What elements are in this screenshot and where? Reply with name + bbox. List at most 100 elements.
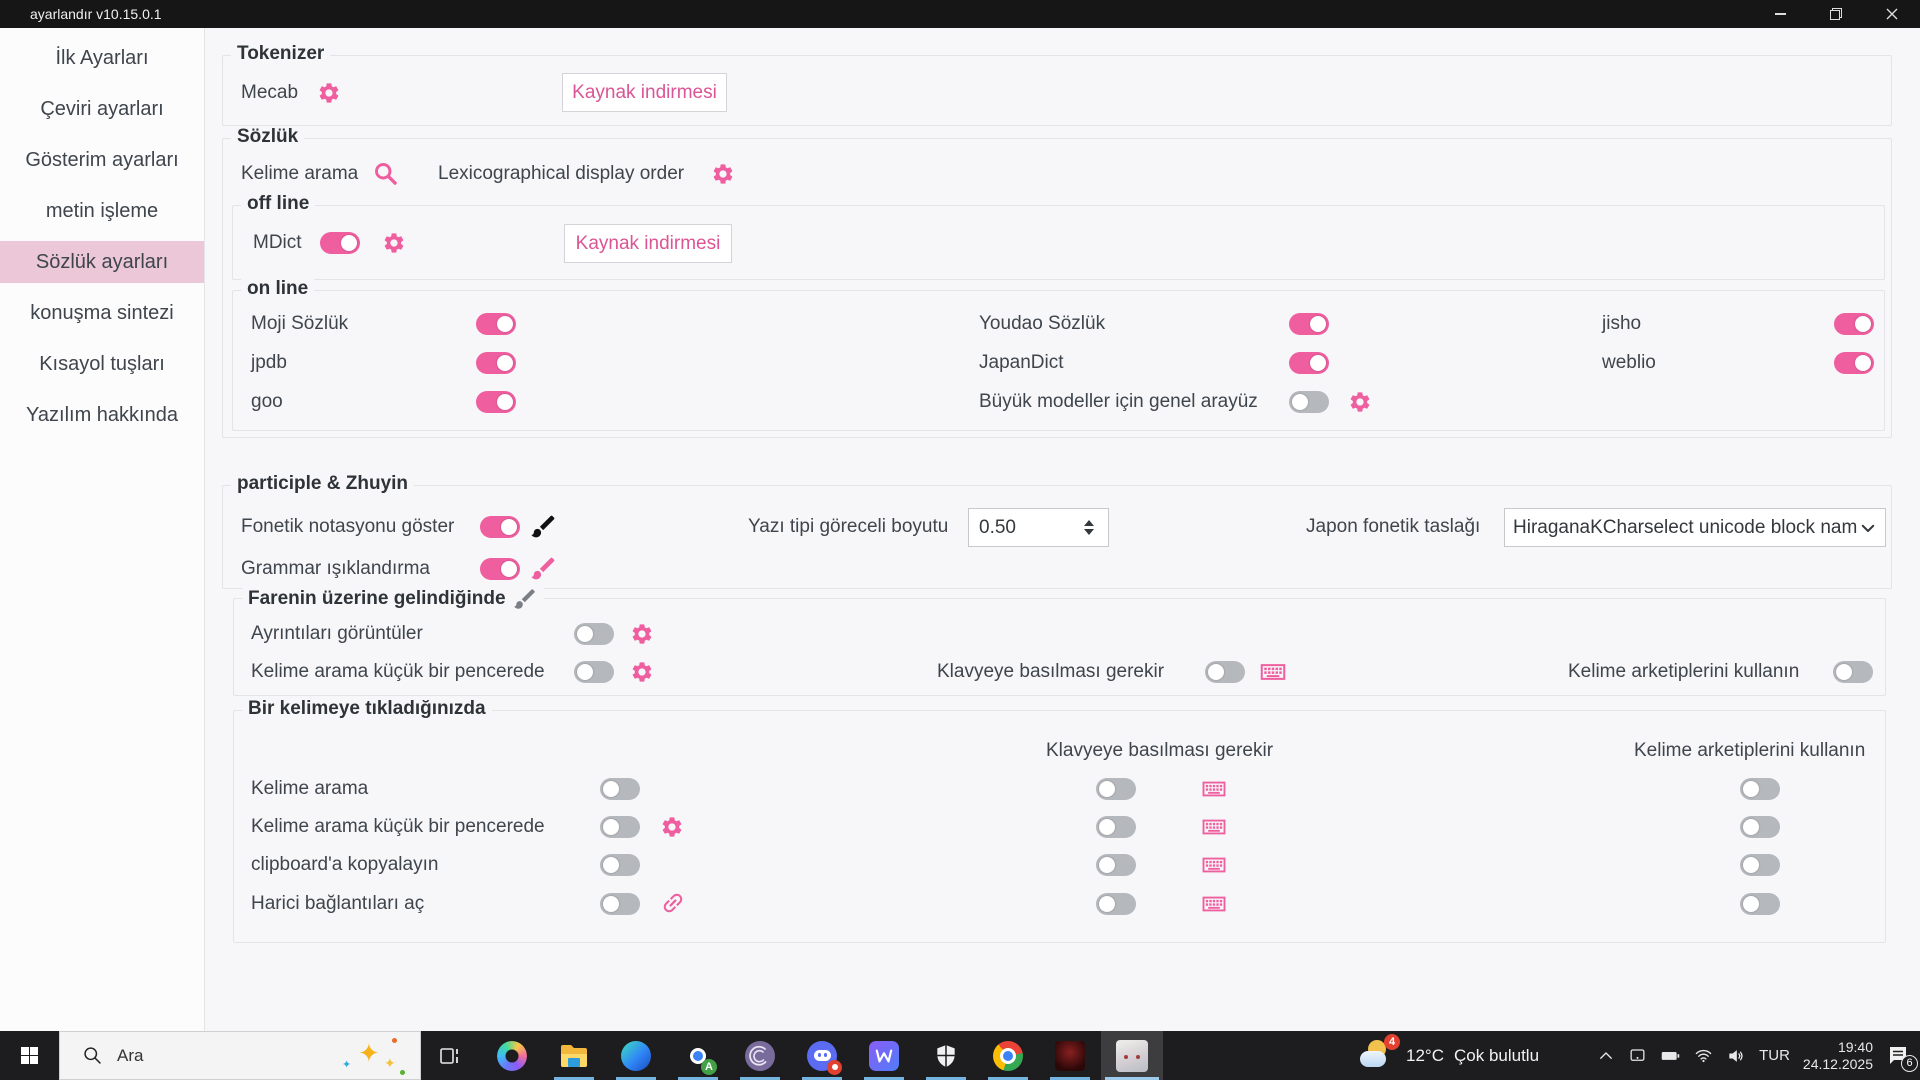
keyboard-icon bbox=[1199, 890, 1229, 918]
click-external-links-keyboard-toggle[interactable] bbox=[1096, 893, 1136, 915]
show-details-gear-icon[interactable] bbox=[630, 622, 654, 646]
weblio-toggle[interactable] bbox=[1834, 352, 1874, 374]
mdict-gear-icon[interactable] bbox=[382, 231, 406, 255]
taskbar-weather[interactable]: 4 12°C Çok bulutlu bbox=[1360, 1031, 1539, 1080]
click-external-links-toggle[interactable] bbox=[600, 893, 640, 915]
sidebar-item-yazilim-hakkinda[interactable]: Yazılım hakkında bbox=[0, 394, 204, 436]
copilot-app[interactable] bbox=[481, 1031, 543, 1080]
jisho-toggle[interactable] bbox=[1834, 313, 1874, 335]
close-button[interactable] bbox=[1864, 0, 1920, 28]
external-link-icon[interactable] bbox=[660, 890, 686, 916]
sidebar-item-metin-isleme[interactable]: metin işleme bbox=[0, 190, 204, 232]
click-word-search-archetype-toggle[interactable] bbox=[1740, 778, 1780, 800]
moji-sozluk-toggle[interactable] bbox=[476, 313, 516, 335]
spinner-arrows-icon[interactable] bbox=[1084, 520, 1094, 535]
click-small-window-toggle[interactable] bbox=[600, 816, 640, 838]
hover-archetype-toggle[interactable] bbox=[1833, 661, 1873, 683]
display-order-gear-icon[interactable] bbox=[711, 162, 735, 186]
click-external-links-archetype-toggle[interactable] bbox=[1740, 893, 1780, 915]
kana-draft-select[interactable]: HiraganaKCharselect unicode block name bbox=[1504, 508, 1886, 547]
game-app[interactable] bbox=[1039, 1031, 1101, 1080]
mdict-toggle[interactable] bbox=[320, 232, 360, 254]
chrome-app[interactable] bbox=[977, 1031, 1039, 1080]
sidebar-item-konusma-sintezi[interactable]: konuşma sintezi bbox=[0, 292, 204, 334]
hover-keyboard-label: Klavyeye basılması gerekir bbox=[937, 661, 1165, 682]
click-small-window-keyboard-toggle[interactable] bbox=[1096, 816, 1136, 838]
tray-cast-icon[interactable] bbox=[1628, 1046, 1647, 1065]
click-group-title: Bir kelimeye tıkladığınızda bbox=[242, 698, 492, 720]
font-size-spinner[interactable]: 0.50 bbox=[968, 508, 1109, 547]
click-word-search-toggle[interactable] bbox=[600, 778, 640, 800]
japandict-toggle[interactable] bbox=[1289, 352, 1329, 374]
click-external-links-label: Harici bağlantıları aç bbox=[251, 893, 425, 914]
grammar-highlight-toggle[interactable] bbox=[480, 558, 520, 580]
offline-group: off line MDict Kaynak indirmesi bbox=[232, 193, 1885, 280]
hover-group-title-text: Farenin üzerine gelindiğinde bbox=[248, 588, 506, 609]
restore-button[interactable] bbox=[1808, 0, 1864, 28]
grammar-brush-icon[interactable] bbox=[529, 554, 558, 583]
tray-battery-icon[interactable] bbox=[1660, 1045, 1681, 1066]
anime-reader-app[interactable] bbox=[1101, 1031, 1163, 1080]
tray-chevron-up-icon[interactable] bbox=[1597, 1047, 1615, 1065]
word-search-icon[interactable] bbox=[372, 160, 399, 187]
llm-interface-toggle[interactable] bbox=[1289, 391, 1329, 413]
phonetic-brush-icon[interactable] bbox=[529, 512, 558, 541]
search-small-window-toggle[interactable] bbox=[574, 661, 614, 683]
discord-notification-badge bbox=[827, 1059, 842, 1075]
click-clipboard-toggle[interactable] bbox=[600, 854, 640, 876]
file-explorer-app[interactable] bbox=[543, 1031, 605, 1080]
search-small-window-gear-icon[interactable] bbox=[630, 660, 654, 684]
hover-brush-icon[interactable] bbox=[512, 586, 538, 612]
tokenizer-gear-icon[interactable] bbox=[317, 81, 341, 105]
taskbar-clock[interactable]: 19:40 24.12.2025 bbox=[1803, 1039, 1873, 1073]
phonetic-notation-toggle[interactable] bbox=[480, 516, 520, 538]
tokenizer-download-button[interactable]: Kaynak indirmesi bbox=[562, 73, 727, 112]
click-small-window-gear-icon[interactable] bbox=[660, 815, 684, 839]
show-details-toggle[interactable] bbox=[574, 623, 614, 645]
llm-interface-gear-icon[interactable] bbox=[1348, 390, 1372, 414]
wattpad-app[interactable] bbox=[853, 1031, 915, 1080]
chrome-icon bbox=[993, 1040, 1023, 1071]
bittorrent-app[interactable] bbox=[729, 1031, 791, 1080]
chrome-profile-app[interactable]: A bbox=[667, 1031, 729, 1080]
jpdb-toggle[interactable] bbox=[476, 352, 516, 374]
sidebar-item-ilk-ayarlari[interactable]: İlk Ayarları bbox=[0, 37, 204, 79]
minimize-button[interactable] bbox=[1752, 0, 1808, 28]
tray-wifi-icon[interactable] bbox=[1694, 1046, 1713, 1065]
goo-toggle[interactable] bbox=[476, 391, 516, 413]
hover-keyboard-toggle[interactable] bbox=[1205, 661, 1245, 683]
click-small-window-archetype-toggle[interactable] bbox=[1740, 816, 1780, 838]
sidebar-item-kisayol-tuslari[interactable]: Kısayol tuşları bbox=[0, 343, 204, 385]
discord-app[interactable] bbox=[791, 1031, 853, 1080]
copilot-icon bbox=[497, 1040, 527, 1071]
start-button[interactable] bbox=[0, 1031, 59, 1080]
task-view-button[interactable] bbox=[419, 1031, 481, 1080]
sidebar-item-sozluk-ayarlari[interactable]: Sözlük ayarları bbox=[0, 241, 204, 283]
sidebar-item-ceviri-ayarlari[interactable]: Çeviri ayarları bbox=[0, 88, 204, 130]
restore-icon bbox=[1830, 8, 1842, 20]
keyboard-icon bbox=[1199, 813, 1229, 841]
taskbar-search[interactable]: ✦✦✦ bbox=[59, 1031, 421, 1080]
settings-sidebar: İlk Ayarları Çeviri ayarları Gösterim ay… bbox=[0, 28, 205, 1031]
clock-date: 24.12.2025 bbox=[1802, 1055, 1873, 1072]
search-input[interactable] bbox=[115, 1044, 279, 1067]
search-icon bbox=[82, 1045, 103, 1066]
sidebar-item-gosterim-ayarlari[interactable]: Gösterim ayarları bbox=[0, 139, 204, 181]
tokenizer-group: Tokenizer Mecab Kaynak indirmesi bbox=[222, 43, 1892, 126]
windows-security-app[interactable] bbox=[915, 1031, 977, 1080]
sidebar-item-label: Sözlük ayarları bbox=[35, 250, 169, 273]
wattpad-icon bbox=[869, 1040, 899, 1071]
click-small-window-label: Kelime arama küçük bir pencerede bbox=[251, 816, 545, 837]
weblio-label: weblio bbox=[1602, 352, 1656, 373]
language-indicator[interactable]: TUR bbox=[1759, 1047, 1790, 1064]
youdao-toggle[interactable] bbox=[1289, 313, 1329, 335]
click-word-search-keyboard-toggle[interactable] bbox=[1096, 778, 1136, 800]
click-clipboard-keyboard-toggle[interactable] bbox=[1096, 854, 1136, 876]
click-clipboard-archetype-toggle[interactable] bbox=[1740, 854, 1780, 876]
title-bar: ayarlandır v10.15.0.1 bbox=[0, 0, 1920, 28]
notification-center-button[interactable]: 6 bbox=[1886, 1043, 1918, 1072]
kana-draft-value: HiraganaKCharselect unicode block name bbox=[1513, 516, 1857, 538]
offline-download-button[interactable]: Kaynak indirmesi bbox=[564, 224, 732, 263]
edge-app[interactable] bbox=[605, 1031, 667, 1080]
tray-volume-icon[interactable] bbox=[1726, 1046, 1746, 1066]
